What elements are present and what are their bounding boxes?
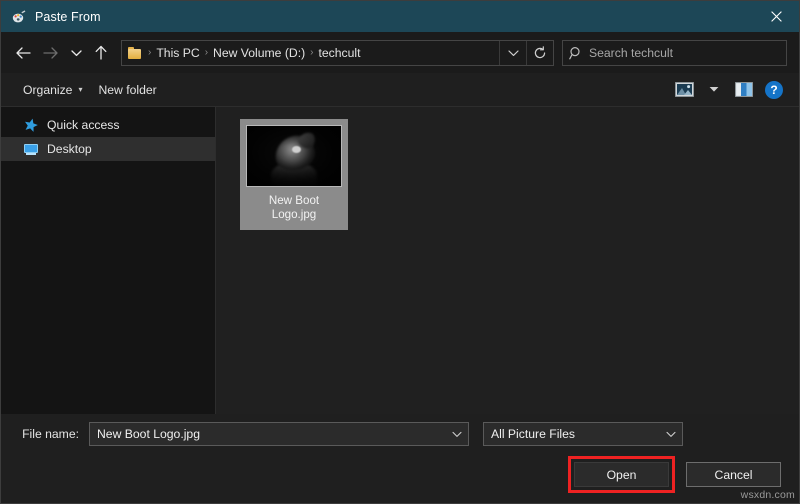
file-type-filter-dropdown[interactable]: All Picture Files: [483, 422, 683, 446]
filename-input[interactable]: New Boot Logo.jpg: [89, 422, 469, 446]
open-button[interactable]: Open: [574, 462, 669, 487]
cancel-button[interactable]: Cancel: [686, 462, 781, 487]
file-thumbnail: [246, 125, 342, 187]
dialog-footer: File name: New Boot Logo.jpg All Picture…: [1, 414, 799, 503]
monitor-icon: [23, 141, 39, 157]
help-glyph: ?: [765, 80, 783, 99]
recent-locations-chevron-down-icon[interactable]: [65, 39, 87, 67]
dialog-body: Quick access Desktop New Boot Logo.jpg: [1, 106, 799, 414]
filename-chevron-down-icon[interactable]: [446, 431, 468, 438]
folder-icon: [128, 46, 144, 60]
sidebar-item-label: Quick access: [47, 118, 120, 132]
file-type-filter-value: All Picture Files: [491, 427, 575, 441]
address-history-chevron-down-icon[interactable]: [500, 41, 526, 65]
forward-arrow-icon[interactable]: [37, 39, 65, 67]
address-bar[interactable]: › This PC › New Volume (D:) › techcult: [121, 39, 554, 66]
refresh-icon[interactable]: [527, 41, 553, 65]
window-title: Paste From: [35, 9, 101, 24]
chevron-down-icon: ▾: [78, 85, 83, 94]
thumbnail-vignette: [247, 126, 341, 186]
star-icon: [23, 117, 39, 133]
file-name-line-2: Logo.jpg: [271, 208, 317, 221]
file-type-filter-chevron-down-icon[interactable]: [660, 431, 682, 438]
action-buttons-row: Open Cancel: [17, 456, 783, 493]
breadcrumb-item-techcult[interactable]: techcult: [314, 46, 364, 60]
up-arrow-icon[interactable]: [87, 39, 115, 67]
breadcrumb: › This PC › New Volume (D:) › techcult: [147, 46, 499, 60]
filename-label: File name:: [22, 427, 79, 441]
new-folder-button[interactable]: New folder: [90, 79, 164, 101]
command-toolbar: Organize ▾ New folder ?: [1, 73, 799, 106]
filename-row: File name: New Boot Logo.jpg All Picture…: [17, 422, 783, 446]
sidebar-item-label: Desktop: [47, 142, 92, 156]
organize-button[interactable]: Organize ▾: [15, 79, 90, 101]
sidebar-item-quick-access[interactable]: Quick access: [1, 113, 215, 137]
search-box[interactable]: Search techcult: [562, 39, 787, 66]
search-icon: [563, 41, 589, 65]
preview-pane-icon[interactable]: [729, 78, 759, 102]
organize-label: Organize: [23, 82, 73, 97]
breadcrumb-item-this-pc[interactable]: This PC: [152, 46, 203, 60]
new-folder-label: New folder: [98, 82, 157, 97]
paint-app-icon: [11, 9, 27, 25]
breadcrumb-item-new-volume[interactable]: New Volume (D:): [209, 46, 309, 60]
watermark: wsxdn.com: [740, 489, 795, 501]
title-bar: Paste From: [1, 1, 799, 32]
view-options-chevron-down-icon[interactable]: [699, 78, 729, 102]
filename-value: New Boot Logo.jpg: [97, 427, 200, 441]
paste-from-dialog: Paste From › This PC › New Volume (D:) ›…: [0, 0, 800, 504]
file-list-pane[interactable]: New Boot Logo.jpg: [216, 107, 799, 414]
navigation-pane: Quick access Desktop: [1, 107, 216, 414]
open-button-highlight: Open: [568, 456, 675, 493]
close-icon[interactable]: [753, 1, 799, 32]
help-icon[interactable]: ?: [759, 78, 789, 102]
file-name-line-1: New Boot: [268, 194, 320, 207]
picture-view-icon[interactable]: [669, 78, 699, 102]
navigation-bar: › This PC › New Volume (D:) › techcult S…: [1, 32, 799, 73]
sidebar-item-desktop[interactable]: Desktop: [1, 137, 215, 161]
search-input[interactable]: Search techcult: [589, 46, 673, 60]
file-item-new-boot-logo[interactable]: New Boot Logo.jpg: [240, 119, 348, 230]
back-arrow-icon[interactable]: [9, 39, 37, 67]
